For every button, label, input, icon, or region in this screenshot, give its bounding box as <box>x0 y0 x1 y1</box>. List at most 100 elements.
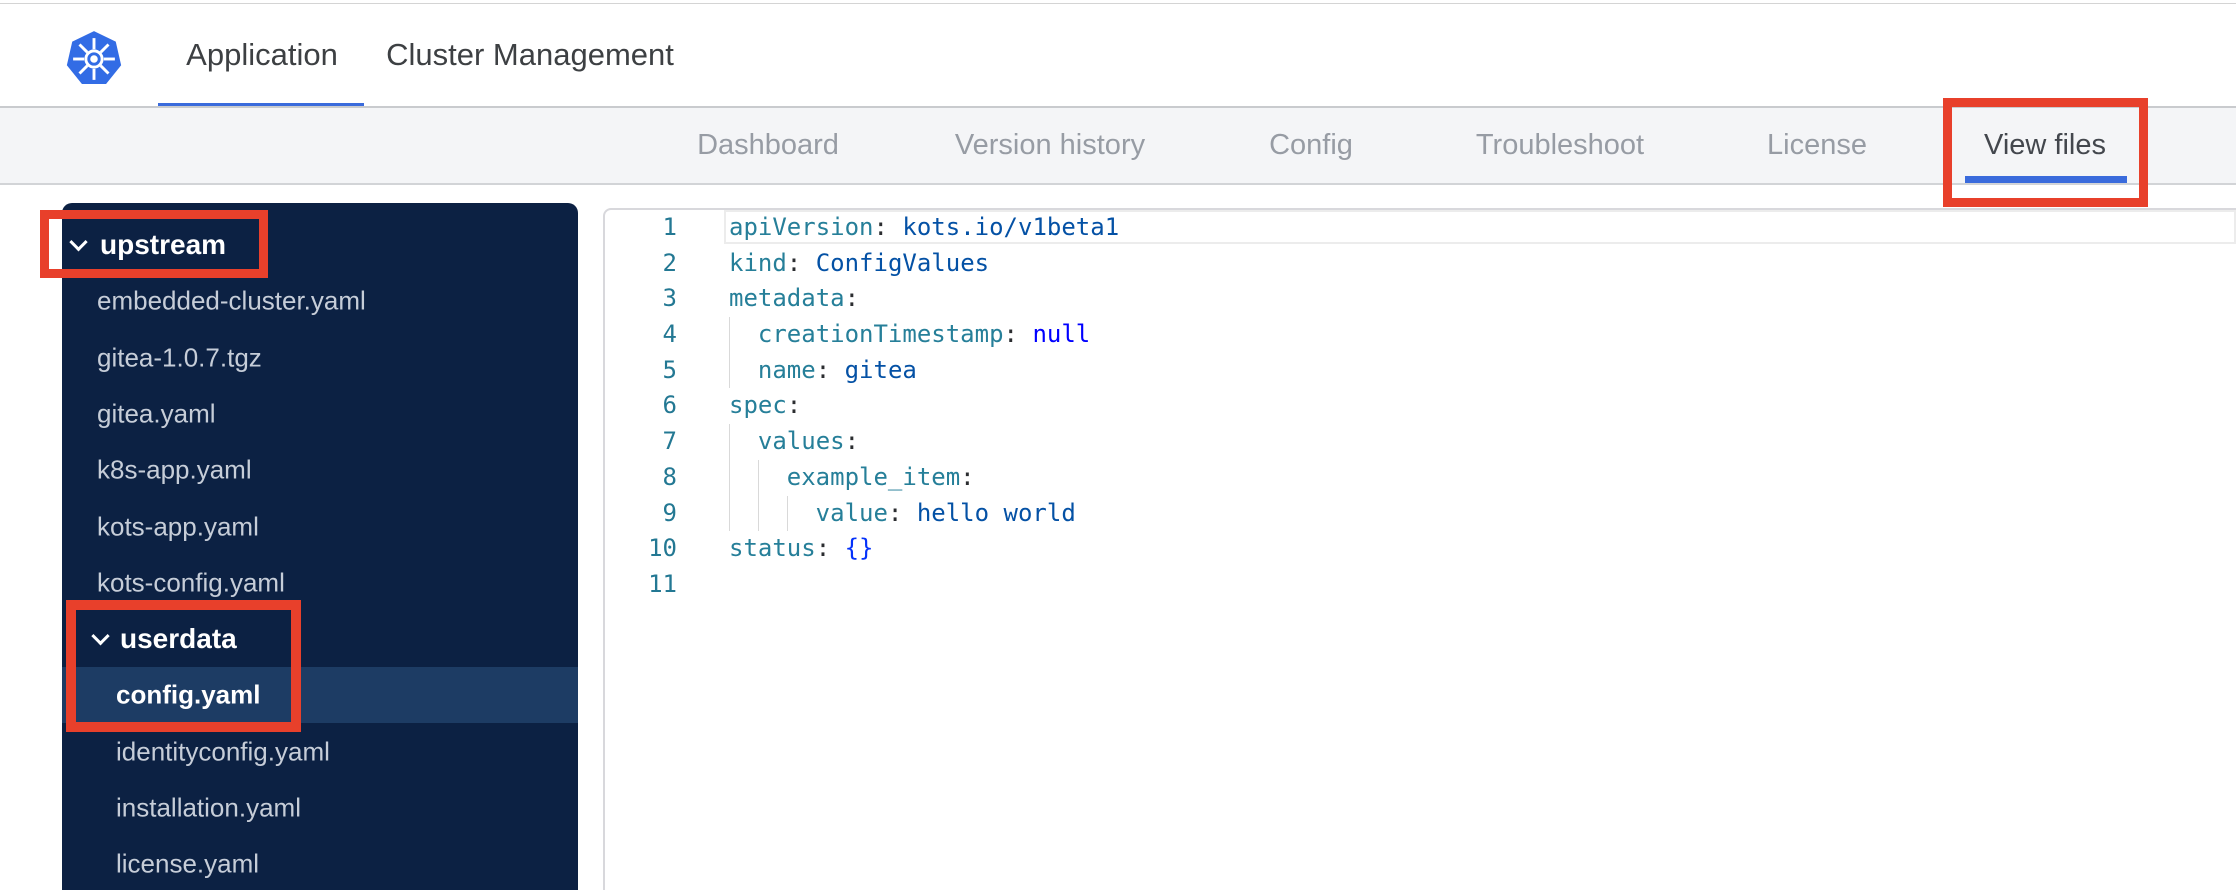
token-punct: : <box>844 427 860 456</box>
code-line-text: name: gitea <box>729 352 917 389</box>
code-line-text: value: hello world <box>729 495 1076 532</box>
code-line-1: 1 apiVersion: kots.io/v1beta1 <box>605 210 2236 246</box>
tree-item-label: kots-config.yaml <box>97 567 285 598</box>
tree-file-installation-yaml[interactable]: installation.yaml <box>62 780 578 836</box>
nav-tab-license[interactable]: License <box>1767 108 1867 183</box>
tree-file-kots-config-yaml[interactable]: kots-config.yaml <box>62 555 578 611</box>
tree-item-label: k8s-app.yaml <box>97 454 252 485</box>
line-number: 10 <box>648 534 677 563</box>
tree-folder-upstream[interactable]: upstream <box>62 217 578 273</box>
code-line-text: values: <box>729 424 859 460</box>
token-punct: : <box>844 284 860 313</box>
nav-tab-troubleshoot[interactable]: Troubleshoot <box>1476 108 1644 183</box>
tree-file-embedded-cluster-yaml[interactable]: embedded-cluster.yaml <box>62 273 578 329</box>
indent-guide <box>729 424 758 460</box>
token-key: values <box>757 427 845 456</box>
tree-item-label: gitea.yaml <box>97 398 216 429</box>
line-number: 2 <box>662 248 677 277</box>
tree-file-k8s-app-yaml[interactable]: k8s-app.yaml <box>62 442 578 498</box>
code-line-text: spec: <box>729 388 801 424</box>
tree-file-gitea-1-0-7-tgz[interactable]: gitea-1.0.7.tgz <box>62 330 578 386</box>
code-line-7: 7 values: <box>605 424 2236 460</box>
code-line-text: apiVersion: kots.io/v1beta1 <box>729 210 1119 246</box>
tree-item-label: config.yaml <box>116 679 261 710</box>
token-key: example_item <box>786 462 961 491</box>
file-tree-sidebar: upstream embedded-cluster.yaml gitea-1.0.7… <box>62 203 578 890</box>
token-punct: : <box>960 462 975 491</box>
code-line-6: 6 spec: <box>605 388 2236 424</box>
indent-guide <box>729 459 758 496</box>
tree-item-label: installation.yaml <box>116 792 301 823</box>
code-line-text: creationTimestamp: null <box>729 317 1090 353</box>
token-kw: null <box>1032 320 1091 349</box>
token-punct: : <box>1003 320 1033 349</box>
token-key: status <box>729 534 816 563</box>
token-key: metadata <box>729 284 845 313</box>
token-key: apiVersion <box>729 213 874 241</box>
code-line-text: metadata: <box>729 281 859 317</box>
view-files-tab-active-underline <box>1965 176 2127 183</box>
tree-folder-userdata[interactable]: userdata <box>62 611 578 667</box>
line-number: 8 <box>662 462 677 491</box>
line-number: 4 <box>662 320 677 349</box>
token-punct: : <box>887 498 917 527</box>
token-str: hello world <box>916 498 1076 527</box>
tree-item-label: kots-app.yaml <box>97 511 259 541</box>
nav-tab-version-history[interactable]: Version history <box>955 108 1145 183</box>
chevron-down-icon <box>69 232 88 252</box>
line-number: 6 <box>662 391 677 420</box>
yaml-file-viewer[interactable]: 1 apiVersion: kots.io/v1beta1 2 kind: Confi… <box>603 208 2236 890</box>
line-number: 7 <box>662 427 677 456</box>
indent-guide <box>729 352 758 389</box>
token-key: creationTimestamp <box>757 320 1004 349</box>
indent-guide <box>757 459 787 496</box>
tree-file-license-yaml[interactable]: license.yaml <box>62 836 578 890</box>
token-str: gitea <box>844 355 917 384</box>
app-header: Application Cluster Management <box>0 4 2236 110</box>
tree-file-config-yaml[interactable]: config.yaml <box>62 667 578 724</box>
tree-item-label: license.yaml <box>116 848 260 879</box>
tree-item-label: userdata <box>120 623 237 655</box>
chevron-down-icon <box>91 627 110 646</box>
token-punct: : <box>786 391 802 420</box>
indent-guide <box>757 495 787 532</box>
tree-file-gitea-yaml[interactable]: gitea.yaml <box>62 386 578 442</box>
tree-item-label: upstream <box>100 229 227 260</box>
code-line-3: 3 metadata: <box>605 281 2236 317</box>
tree-item-label: embedded-cluster.yaml <box>97 285 366 316</box>
indent-guide <box>729 317 758 353</box>
token-str: kots.io/v1beta1 <box>902 213 1120 241</box>
token-key: name <box>757 355 816 384</box>
tree-item-label: gitea-1.0.7.tgz <box>97 342 262 373</box>
line-number: 3 <box>662 284 677 313</box>
line-number: 11 <box>648 569 677 598</box>
token-punct: : <box>873 213 903 241</box>
header-tab-cluster-management[interactable]: Cluster Management <box>386 4 674 106</box>
tabbar-bottom-border <box>0 183 2236 185</box>
tree-file-identityconfig-yaml[interactable]: identityconfig.yaml <box>62 724 578 780</box>
indent-guide <box>729 495 758 532</box>
nav-tab-view-files[interactable]: View files <box>1984 108 2106 183</box>
code-content: 1 apiVersion: kots.io/v1beta1 2 kind: Confi… <box>605 210 2236 603</box>
code-line-11: 11 <box>605 567 2236 603</box>
nav-tab-config[interactable]: Config <box>1269 108 1353 183</box>
code-line-text: kind: ConfigValues <box>729 246 989 282</box>
tree-item-label: identityconfig.yaml <box>116 736 330 767</box>
token-key: spec <box>729 391 787 420</box>
line-number: 9 <box>662 498 677 527</box>
header-tab-application[interactable]: Application <box>186 4 338 106</box>
token-punct: : <box>786 248 816 277</box>
app-nav-tabbar: Dashboard Version history Config Troublesho… <box>0 108 2236 183</box>
line-number: 1 <box>662 213 677 241</box>
code-line-2: 2 kind: ConfigValues <box>605 246 2236 282</box>
code-line-text: example_item: <box>729 459 975 496</box>
code-line-10: 10 status: {} <box>605 531 2236 567</box>
nav-tab-dashboard[interactable]: Dashboard <box>697 108 839 183</box>
token-punct: : <box>815 534 845 563</box>
tree-file-kots-app-yaml[interactable]: kots-app.yaml <box>62 499 578 555</box>
code-line-text: status: {} <box>729 531 874 567</box>
code-line-4: 4 creationTimestamp: null <box>605 317 2236 353</box>
code-line-5: 5 name: gitea <box>605 352 2236 389</box>
indent-guide <box>786 495 816 532</box>
line-number: 5 <box>662 355 677 384</box>
